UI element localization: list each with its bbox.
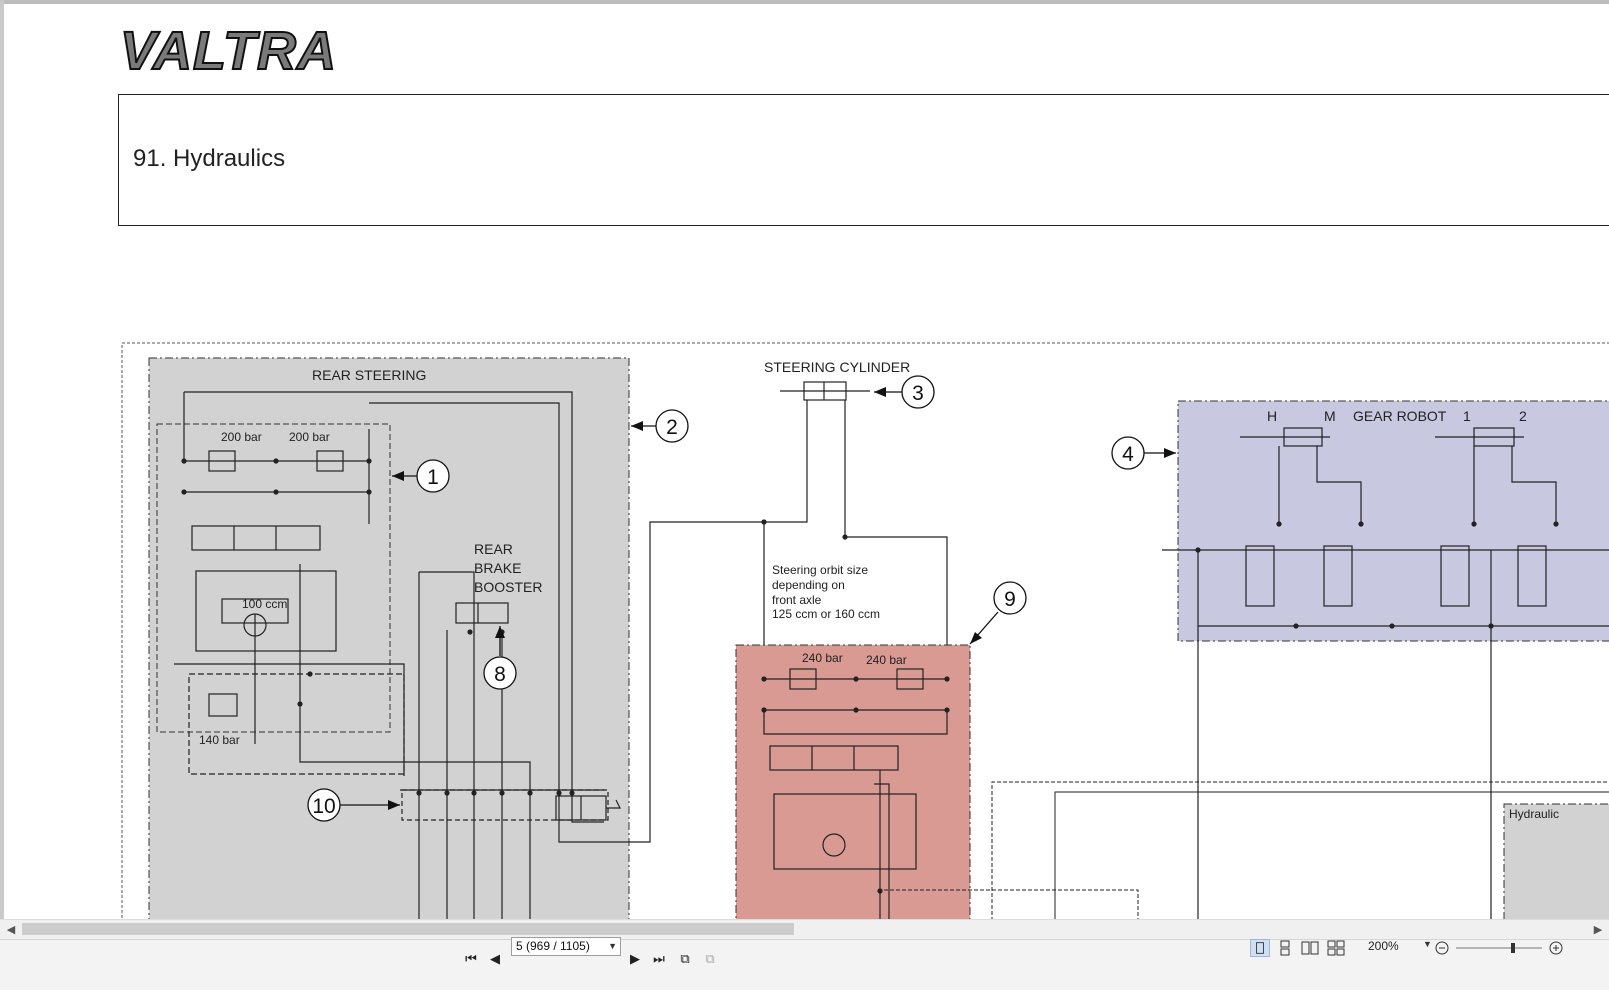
rs-pressure-low: 140 bar xyxy=(199,733,240,747)
go-back-view-icon[interactable]: ⧉ xyxy=(676,950,694,968)
front-pressure-right: 240 bar xyxy=(866,653,907,667)
svg-text:1: 1 xyxy=(427,466,439,489)
steering-orbit-note: Steering orbit size depending on front a… xyxy=(772,563,880,621)
document-page: VALTRA 91. Hydraulics REAR STEERING 200 … xyxy=(4,4,1609,939)
svg-text:4: 4 xyxy=(1122,443,1134,466)
previous-page-icon[interactable]: ◀ xyxy=(486,950,504,968)
rs-pressure-right: 200 bar xyxy=(289,430,330,444)
zoom-level[interactable]: 200% xyxy=(1368,939,1399,953)
chevron-down-icon: ▼ xyxy=(608,941,617,951)
svg-text:3: 3 xyxy=(912,382,924,405)
rs-pressure-left: 200 bar xyxy=(221,430,262,444)
callout-2: 2 xyxy=(631,409,689,443)
scroll-left-icon[interactable]: ◀ xyxy=(4,922,18,938)
rear-steering-block xyxy=(148,357,630,939)
scroll-right-icon[interactable]: ▶ xyxy=(1591,922,1605,938)
facing-view-icon[interactable] xyxy=(1300,939,1320,957)
hydraulic-partial-label: Hydraulic xyxy=(1509,807,1559,821)
single-page-view-icon[interactable] xyxy=(1250,939,1270,957)
steering-cylinder-label: STEERING CYLINDER xyxy=(764,359,910,375)
gear-robot-m-label: M xyxy=(1324,408,1336,424)
callout-9: 9 xyxy=(969,581,1027,645)
next-page-icon[interactable]: ▶ xyxy=(626,950,644,968)
hydraulic-schematic: REAR STEERING 200 bar 200 bar 140 bar 10… xyxy=(121,342,1609,939)
zoom-slider-thumb[interactable] xyxy=(1511,943,1515,953)
svg-text:9: 9 xyxy=(1004,588,1016,611)
zoom-slider[interactable] xyxy=(1434,939,1609,957)
horizontal-scrollbar[interactable]: ◀ ▶ xyxy=(0,919,1609,940)
svg-text:8: 8 xyxy=(494,663,506,686)
svg-text:2: 2 xyxy=(666,416,678,439)
front-steering-block xyxy=(735,644,971,939)
continuous-view-icon[interactable] xyxy=(1275,939,1295,957)
first-page-icon[interactable]: ⏮ xyxy=(462,950,480,968)
gear-robot-2-label: 2 xyxy=(1519,408,1527,424)
callout-4: 4 xyxy=(1111,436,1176,470)
zoom-dropdown-icon[interactable]: ▼ xyxy=(1423,939,1432,949)
page-number-select[interactable]: 5 (969 / 1105) ▼ xyxy=(511,937,621,956)
gear-robot-label: GEAR ROBOT xyxy=(1353,408,1447,424)
front-pressure-left: 240 bar xyxy=(802,651,843,665)
go-forward-view-icon[interactable]: ⧉ xyxy=(701,950,719,968)
gear-robot-h-label: H xyxy=(1267,408,1277,424)
rear-steering-label: REAR STEERING xyxy=(312,367,426,383)
document-viewport[interactable]: VALTRA 91. Hydraulics REAR STEERING 200 … xyxy=(0,0,1609,939)
callout-3: 3 xyxy=(874,375,935,409)
page-indicator: 5 (969 / 1105) xyxy=(516,939,590,953)
scrollbar-thumb[interactable] xyxy=(22,923,794,935)
gear-robot-1-label: 1 xyxy=(1463,408,1471,424)
continuous-facing-view-icon[interactable] xyxy=(1326,939,1346,957)
svg-text:10: 10 xyxy=(312,795,335,818)
last-page-icon[interactable]: ⏭ xyxy=(650,950,668,968)
